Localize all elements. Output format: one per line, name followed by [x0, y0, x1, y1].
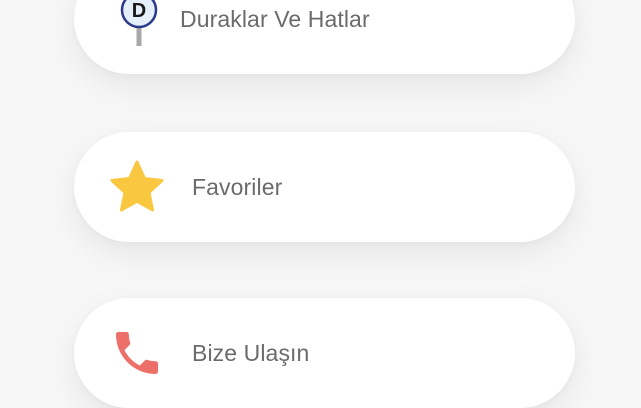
- menu-item-stops-and-lines[interactable]: D Duraklar Ve Hatlar: [74, 0, 575, 74]
- star-icon: [108, 158, 166, 216]
- menu-item-label: Bize Ulaşın: [192, 339, 310, 366]
- menu-item-contact-us[interactable]: Bize Ulaşın: [74, 298, 575, 408]
- bus-stop-icon: D: [110, 0, 168, 48]
- menu-item-label: Duraklar Ve Hatlar: [180, 5, 370, 32]
- bus-stop-icon-letter: D: [132, 0, 146, 22]
- menu-item-favorites[interactable]: Favoriler: [74, 132, 575, 242]
- menu-item-label: Favoriler: [192, 173, 283, 200]
- phone-icon: [108, 324, 166, 382]
